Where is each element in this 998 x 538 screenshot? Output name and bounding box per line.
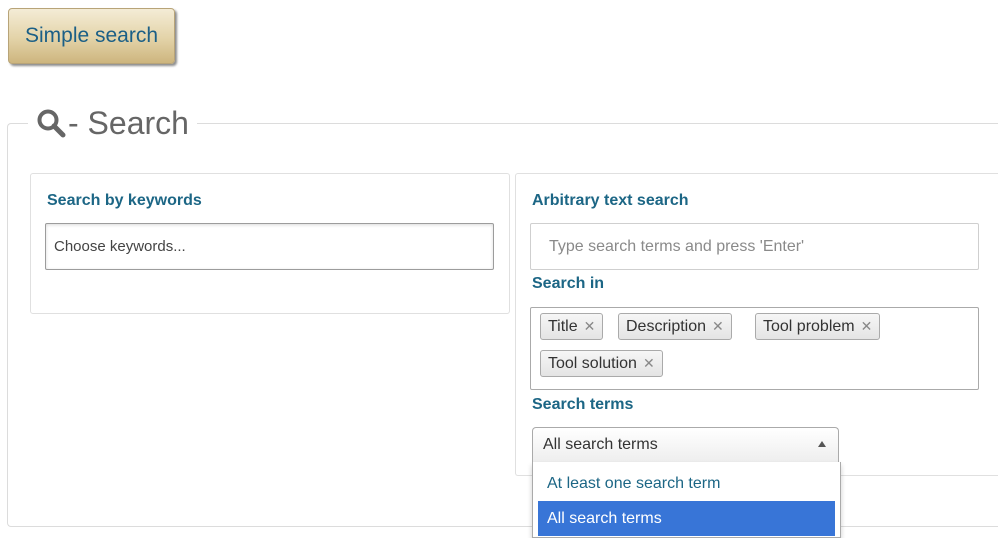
tag-label: Tool problem — [763, 317, 855, 335]
search-terms-dropdown: At least one search term All search term… — [532, 462, 841, 538]
remove-tag-icon[interactable]: ✕ — [861, 318, 873, 335]
tag-label: Title — [548, 317, 578, 335]
search-in-label: Search in — [532, 275, 605, 292]
remove-tag-icon[interactable]: ✕ — [712, 318, 724, 335]
search-terms-label: Search terms — [532, 396, 634, 413]
search-in-tag: Title ✕ — [540, 313, 604, 340]
search-in-tag: Tool problem ✕ — [755, 313, 881, 340]
simple-search-button[interactable]: Simple search — [8, 8, 175, 64]
search-section-title: - Search — [28, 100, 197, 146]
tag-label: Description — [626, 317, 707, 335]
option-all-terms[interactable]: All search terms — [538, 501, 835, 536]
chevron-up-icon — [818, 441, 826, 447]
tag-label: Tool solution — [548, 354, 637, 372]
section-title-text: - Search — [68, 104, 189, 141]
search-terms-select[interactable]: All search terms — [532, 427, 839, 462]
remove-tag-icon[interactable]: ✕ — [584, 318, 596, 335]
keywords-heading: Search by keywords — [47, 192, 202, 209]
option-at-least-one[interactable]: At least one search term — [538, 466, 835, 501]
search-in-tag: Description ✕ — [618, 313, 732, 340]
arbitrary-search-heading: Arbitrary text search — [532, 192, 689, 209]
search-terms-input[interactable]: Type search terms and press 'Enter' — [530, 223, 979, 270]
search-in-tag: Tool solution ✕ — [540, 350, 663, 377]
remove-tag-icon[interactable]: ✕ — [643, 355, 655, 372]
keywords-input[interactable]: Choose keywords... — [45, 223, 494, 270]
select-value: All search terms — [543, 436, 658, 453]
search-icon — [36, 108, 66, 138]
